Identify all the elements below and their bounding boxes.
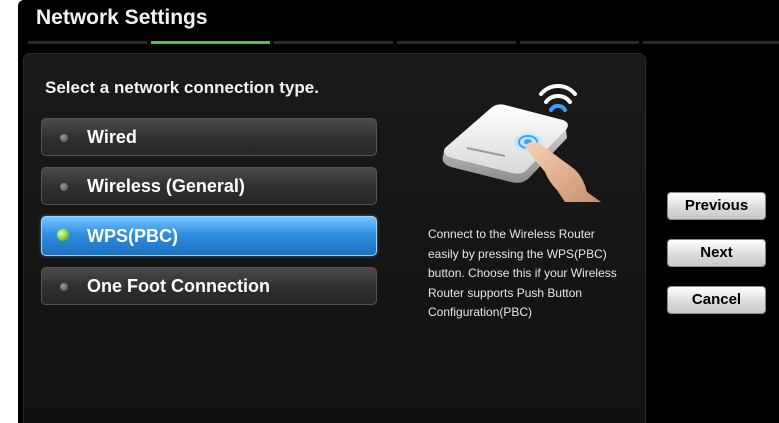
progress-step-3 xyxy=(274,41,393,44)
connection-description: Connect to the Wireless Router easily by… xyxy=(428,227,617,319)
wifi-signal-icon xyxy=(539,83,577,112)
option-wired[interactable]: Wired xyxy=(41,118,377,156)
radio-indicator-icon xyxy=(60,183,68,191)
prompt-text: Select a network connection type. xyxy=(45,78,319,97)
radio-indicator-icon xyxy=(60,283,68,291)
cancel-button[interactable]: Cancel xyxy=(667,286,766,314)
next-button[interactable]: Next xyxy=(667,239,766,267)
progress-step-5 xyxy=(520,41,639,44)
option-label: Wired xyxy=(87,127,137,147)
progress-step-2 xyxy=(151,41,270,44)
option-label: WPS(PBC) xyxy=(87,226,178,246)
router-icon xyxy=(442,83,601,202)
option-label: One Foot Connection xyxy=(87,276,270,296)
option-wireless-general[interactable]: Wireless (General) xyxy=(41,167,377,205)
network-settings-screen: Network Settings Select a network connec… xyxy=(18,0,779,423)
progress-step-1 xyxy=(28,41,147,44)
option-label: Wireless (General) xyxy=(87,176,245,196)
step-progress-bar xyxy=(28,41,779,44)
previous-button[interactable]: Previous xyxy=(667,192,766,220)
progress-step-6 xyxy=(643,41,779,44)
page-title: Network Settings xyxy=(36,6,208,29)
option-one-foot-connection[interactable]: One Foot Connection xyxy=(41,267,377,305)
radio-selected-icon xyxy=(57,229,69,241)
option-wps-pbc[interactable]: WPS(PBC) xyxy=(41,216,377,256)
progress-step-4 xyxy=(397,41,516,44)
radio-indicator-icon xyxy=(60,134,68,142)
